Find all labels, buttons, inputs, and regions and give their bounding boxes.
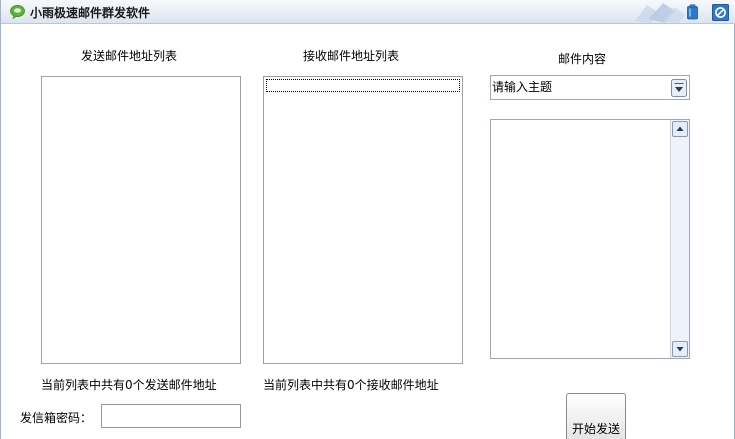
receiver-list-title: 接收邮件地址列表 xyxy=(303,49,400,63)
receiver-count-text: 当前列表中共有0个接收邮件地址 xyxy=(263,378,439,392)
subject-input[interactable]: 请输入主题 xyxy=(492,78,552,95)
arrow-down-icon[interactable] xyxy=(672,341,688,357)
chat-bubble-icon xyxy=(10,5,25,19)
close-icon[interactable] xyxy=(712,4,729,21)
title-bar[interactable]: 小雨极速邮件群发软件 xyxy=(1,0,735,24)
password-label: 发信箱密码： xyxy=(20,411,93,425)
chevron-down-icon[interactable] xyxy=(671,79,687,97)
window-decoration xyxy=(635,3,685,23)
start-send-button[interactable]: 开始发送 xyxy=(566,393,626,439)
sender-count-text: 当前列表中共有0个发送邮件地址 xyxy=(41,378,217,392)
sender-list-title: 发送邮件地址列表 xyxy=(81,49,178,63)
sender-address-list[interactable] xyxy=(41,76,241,364)
subject-combobox[interactable]: 请输入主题 xyxy=(490,75,690,100)
main-window: 小雨极速邮件群发软件 发送邮件地址列表 当前列表中共有0个发送邮件地址 接收邮件… xyxy=(0,0,735,439)
password-input[interactable] xyxy=(101,404,241,428)
skin-icon[interactable] xyxy=(684,4,701,21)
mail-body-textarea[interactable] xyxy=(490,119,690,359)
vertical-scrollbar[interactable] xyxy=(670,120,689,358)
window-title: 小雨极速邮件群发软件 xyxy=(30,6,151,20)
mail-content-title: 邮件内容 xyxy=(558,52,607,66)
list-focus-row[interactable] xyxy=(266,79,460,92)
arrow-up-icon[interactable] xyxy=(672,121,688,137)
receiver-address-list[interactable] xyxy=(263,76,463,364)
